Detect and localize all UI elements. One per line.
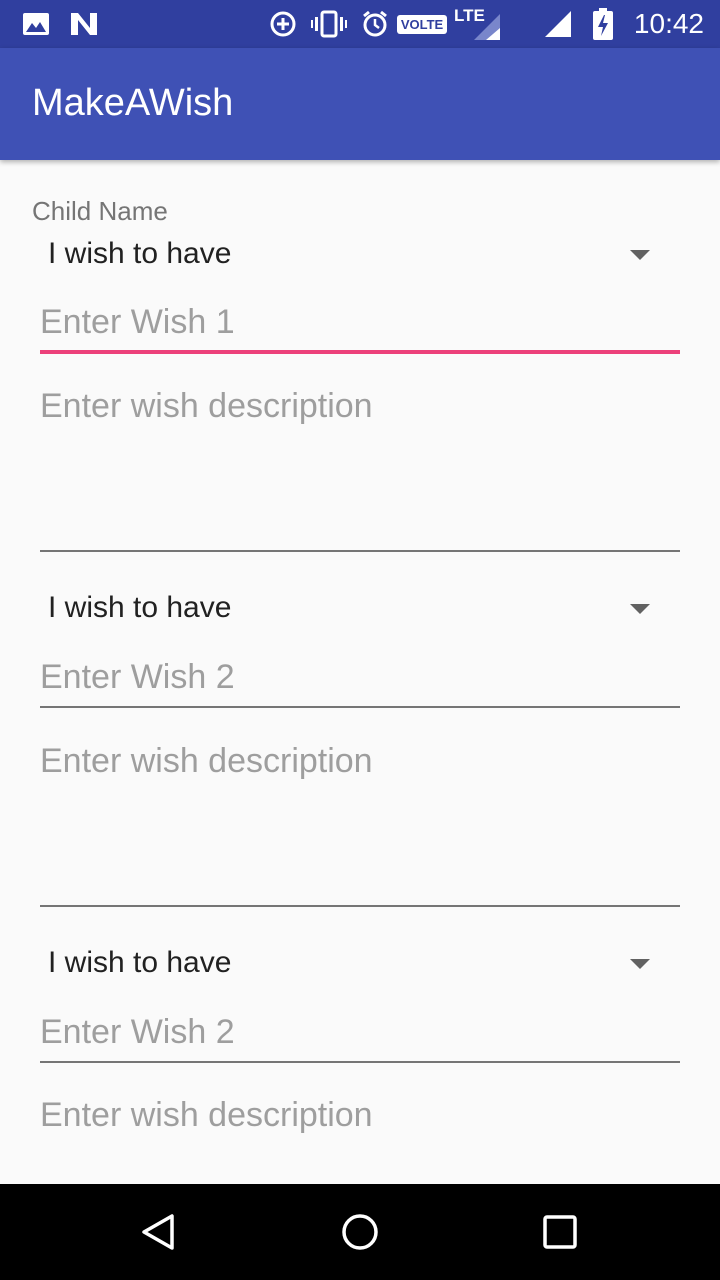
wish-1-input[interactable]: [40, 294, 680, 354]
wish-type-selected-2: I wish to have: [48, 591, 232, 624]
wish-2-input[interactable]: [40, 648, 680, 708]
back-button[interactable]: [100, 1184, 220, 1280]
status-time: 10:42: [633, 8, 704, 39]
app-title: MakeAWish: [32, 82, 234, 124]
recents-icon: [543, 1215, 577, 1249]
recents-button[interactable]: [500, 1184, 620, 1280]
wish-type-spinner-3[interactable]: I wish to have: [40, 933, 672, 993]
dropdown-arrow-icon: [630, 604, 650, 614]
wish-type-spinner-2[interactable]: I wish to have: [40, 578, 672, 638]
vibrate-icon: [310, 0, 348, 48]
dropdown-arrow-icon: [630, 250, 650, 260]
data-saver-icon: [268, 0, 298, 48]
wish-type-spinner-1[interactable]: I wish to have: [40, 224, 672, 284]
signal-lte-icon: LTE: [452, 0, 502, 48]
home-button[interactable]: [300, 1184, 420, 1280]
child-name-label: Child Name: [32, 196, 168, 226]
alarm-icon: [360, 0, 390, 48]
navigation-bar: [0, 1184, 720, 1280]
wish-type-selected-1: I wish to have: [48, 237, 232, 270]
gallery-icon: [22, 0, 50, 48]
lte-label: LTE: [454, 6, 485, 25]
volte-label: VOLTE: [396, 14, 448, 34]
wish-type-selected-3: I wish to have: [48, 946, 232, 979]
app-bar: MakeAWish: [0, 48, 720, 160]
wish-3-description-input[interactable]: [40, 1095, 680, 1184]
wish-form: Child Name I wish to have I wish to have…: [0, 160, 720, 1184]
dropdown-arrow-icon: [630, 959, 650, 969]
signal-icon: [540, 0, 574, 48]
wish-3-input[interactable]: [40, 1003, 680, 1063]
home-icon: [342, 1214, 378, 1250]
status-bar: VOLTE LTE 10:42: [0, 0, 720, 48]
n-icon: [68, 0, 100, 48]
volte-icon: VOLTE: [396, 0, 448, 48]
battery-charging-icon: [590, 0, 616, 48]
wish-2-description-input[interactable]: [40, 741, 680, 907]
wish-1-description-input[interactable]: [40, 386, 680, 552]
back-icon: [142, 1214, 174, 1250]
